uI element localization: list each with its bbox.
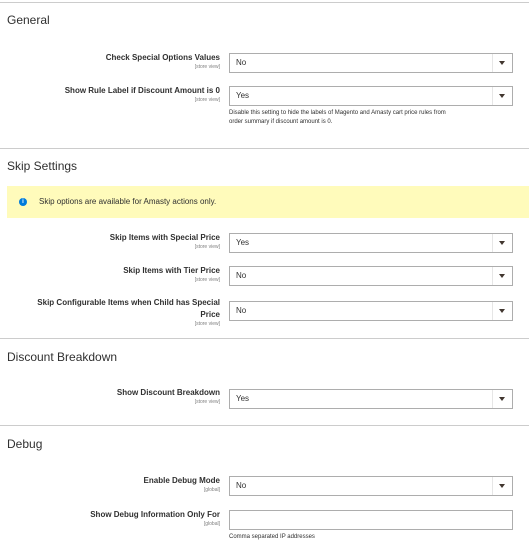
show-rule-label-select[interactable]: Yes [229,86,513,106]
chevron-down-icon [499,274,505,278]
debug-ip-scope: [global] [203,521,220,527]
section-divider [0,425,529,426]
show-discount-breakdown-select[interactable]: Yes [229,389,513,409]
enable-debug-mode-select[interactable]: No [229,476,513,496]
show-discount-breakdown-scope: [store view] [194,399,220,405]
show-discount-breakdown-label: Show Discount Breakdown [116,388,220,397]
show-rule-label-note-1: Disable this setting to hide the labels … [229,110,446,116]
skip-configurable-label-1: Skip Configurable Items when Child has S… [37,298,220,307]
skip-configurable-label-2: Price [200,310,220,319]
skip-tier-price-scope: [store view] [194,277,220,283]
section-divider [0,148,529,149]
section-title-discount-breakdown: Discount Breakdown [7,350,118,364]
show-rule-label-note-2: order summary if discount amount is 0. [229,119,333,125]
chevron-down-icon [499,241,505,245]
chevron-down-icon [499,397,505,401]
skip-special-price-label: Skip Items with Special Price [109,233,220,242]
select-value: Yes [236,394,250,403]
show-rule-label-scope: [store view] [194,97,220,103]
select-value: No [236,306,247,315]
select-value: No [236,58,247,67]
enable-debug-mode-scope: [global] [203,487,220,493]
section-title-general: General [7,13,50,27]
check-special-options-label: Check Special Options Values [105,53,220,62]
skip-options-notice: i Skip options are available for Amasty … [7,186,529,218]
select-value: Yes [236,238,250,247]
show-rule-label-label: Show Rule Label if Discount Amount is 0 [64,86,220,95]
select-value: Yes [236,91,250,100]
select-value: No [236,271,247,280]
section-title-debug: Debug [7,437,43,451]
select-value: No [236,481,247,490]
skip-special-price-select[interactable]: Yes [229,233,513,253]
skip-tier-price-select[interactable]: No [229,266,513,286]
enable-debug-mode-label: Enable Debug Mode [143,476,220,485]
section-divider [0,2,529,3]
section-title-skip-settings: Skip Settings [7,159,78,173]
debug-ip-input[interactable] [229,510,513,530]
skip-configurable-select[interactable]: No [229,301,513,321]
debug-ip-label: Show Debug Information Only For [90,510,220,519]
check-special-options-scope: [store view] [194,64,220,70]
chevron-down-icon [499,94,505,98]
section-divider [0,338,529,339]
info-icon: i [19,198,27,206]
debug-ip-note: Comma separated IP addresses [229,534,315,540]
skip-special-price-scope: [store view] [194,244,220,250]
notice-text: Skip options are available for Amasty ac… [39,197,217,206]
chevron-down-icon [499,61,505,65]
chevron-down-icon [499,484,505,488]
skip-configurable-scope: [store view] [194,321,220,327]
skip-tier-price-label: Skip Items with Tier Price [123,266,220,275]
chevron-down-icon [499,309,505,313]
check-special-options-select[interactable]: No [229,53,513,73]
